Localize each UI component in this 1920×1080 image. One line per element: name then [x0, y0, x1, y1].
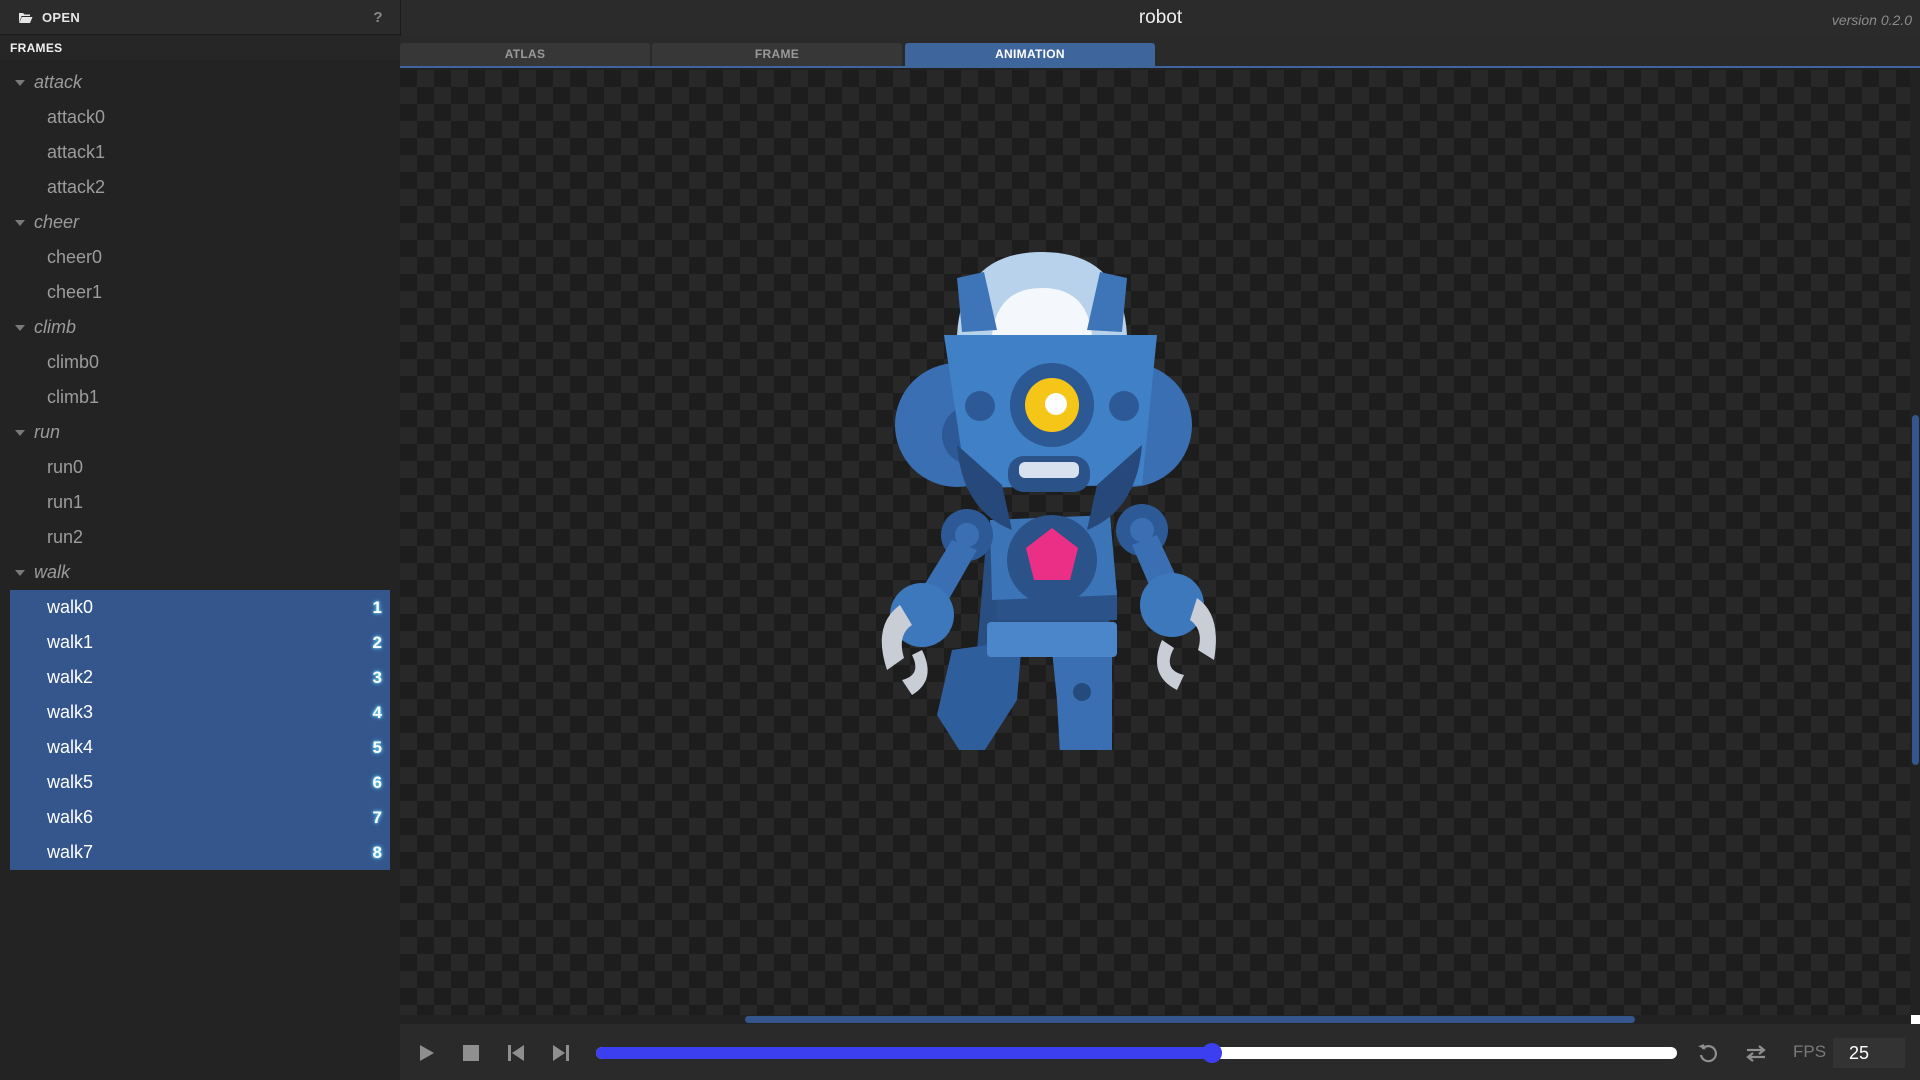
- playback-bar: FPS: [400, 1024, 1920, 1080]
- fps-label: FPS: [1793, 1042, 1827, 1061]
- frame-group-walk[interactable]: walk: [0, 555, 400, 590]
- frame-group-label: cheer: [34, 212, 80, 232]
- frame-item-label: walk1: [47, 632, 94, 652]
- frame-item-cheer0[interactable]: cheer0: [0, 240, 400, 275]
- horizontal-scrollbar[interactable]: [400, 1015, 1911, 1024]
- frame-item-label: run0: [47, 457, 84, 477]
- tab-animation[interactable]: ANIMATION: [905, 43, 1155, 66]
- frame-item-label: walk7: [47, 842, 94, 862]
- view-tabs: ATLAS FRAME ANIMATION: [400, 36, 1920, 68]
- frame-item-climb1[interactable]: climb1: [0, 380, 400, 415]
- title-bar: robot version 0.2.0: [400, 0, 1920, 36]
- caret-down-icon[interactable]: [15, 79, 25, 86]
- frame-order-badge: 4: [372, 703, 382, 722]
- frame-item-walk0[interactable]: walk0 1: [10, 590, 390, 625]
- frame-item-walk1[interactable]: walk1 2: [10, 625, 390, 660]
- frame-order-badge: 2: [372, 633, 382, 652]
- horizontal-scroll-thumb[interactable]: [745, 1016, 1635, 1023]
- frame-group-attack[interactable]: attack: [0, 65, 400, 100]
- frame-item-label: run1: [47, 492, 84, 512]
- skip-back-icon[interactable]: [505, 1042, 527, 1064]
- frame-item-label: climb0: [47, 352, 100, 372]
- app-window: OPEN ? FRAMES attack attack0 attack1 attack…: [0, 0, 1920, 1080]
- frame-order-badge: 8: [372, 843, 382, 862]
- frame-group-label: attack: [34, 72, 83, 92]
- timeline-handle[interactable]: [1202, 1043, 1223, 1063]
- caret-down-icon[interactable]: [15, 569, 25, 576]
- frame-item-label: attack1: [47, 142, 106, 162]
- help-button[interactable]: ?: [370, 9, 386, 27]
- frame-item-walk5[interactable]: walk5 6: [10, 765, 390, 800]
- frame-item-walk3[interactable]: walk3 4: [10, 695, 390, 730]
- version-label: version 0.2.0: [1831, 12, 1912, 28]
- frame-group-label: run: [34, 422, 61, 442]
- frame-item-attack2[interactable]: attack2: [0, 170, 400, 205]
- frame-item-cheer1[interactable]: cheer1: [0, 275, 400, 310]
- frame-item-label: cheer0: [47, 247, 103, 267]
- frame-item-label: walk2: [47, 667, 94, 687]
- frame-item-label: walk0: [47, 597, 94, 617]
- frame-order-badge: 3: [372, 668, 382, 687]
- folder-open-icon: [19, 12, 33, 23]
- top-toolbar: OPEN ?: [0, 0, 400, 35]
- frame-item-attack0[interactable]: attack0: [0, 100, 400, 135]
- stop-icon[interactable]: [460, 1042, 482, 1064]
- left-panel: OPEN ? FRAMES attack attack0 attack1 attack…: [0, 0, 400, 1080]
- frame-item-attack1[interactable]: attack1: [0, 135, 400, 170]
- frame-group-run[interactable]: run: [0, 415, 400, 450]
- frame-item-label: run2: [47, 527, 84, 547]
- frame-item-label: climb1: [47, 387, 100, 407]
- frame-item-walk7[interactable]: walk7 8: [10, 835, 390, 870]
- fps-input[interactable]: [1833, 1038, 1905, 1068]
- frame-group-climb[interactable]: climb: [0, 310, 400, 345]
- frame-tree: attack attack0 attack1 attack2 cheer cheer0 ch…: [0, 65, 400, 870]
- vertical-scroll-thumb[interactable]: [1912, 415, 1919, 765]
- play-icon[interactable]: [415, 1042, 437, 1064]
- tab-frame[interactable]: FRAME: [652, 43, 902, 66]
- frame-order-badge: 5: [372, 738, 382, 757]
- open-button-label: OPEN: [42, 9, 81, 25]
- frame-item-label: walk4: [47, 737, 94, 757]
- loop-icon[interactable]: [1745, 1042, 1767, 1064]
- frame-item-label: attack0: [47, 107, 106, 127]
- frame-item-label: cheer1: [47, 282, 103, 302]
- animation-canvas[interactable]: [400, 70, 1910, 1015]
- caret-down-icon[interactable]: [15, 219, 25, 226]
- frame-group-label: walk: [34, 562, 71, 582]
- frame-item-label: attack2: [47, 177, 106, 197]
- skip-forward-icon[interactable]: [550, 1042, 572, 1064]
- document-title: robot: [1138, 7, 1183, 28]
- frame-item-walk4[interactable]: walk4 5: [10, 730, 390, 765]
- caret-down-icon[interactable]: [15, 429, 25, 436]
- frame-order-badge: 1: [372, 598, 382, 617]
- frame-group-label: climb: [34, 317, 77, 337]
- frame-item-label: walk3: [47, 702, 94, 722]
- frame-group-cheer[interactable]: cheer: [0, 205, 400, 240]
- timeline-slider[interactable]: [596, 1043, 1677, 1063]
- frame-item-label: walk6: [47, 807, 94, 827]
- tab-atlas[interactable]: ATLAS: [400, 43, 650, 66]
- caret-down-icon[interactable]: [15, 324, 25, 331]
- frame-item-climb0[interactable]: climb0: [0, 345, 400, 380]
- frame-order-badge: 6: [372, 773, 382, 792]
- frame-item-run1[interactable]: run1: [0, 485, 400, 520]
- timeline-progress: [596, 1047, 1213, 1059]
- scroll-corner: [1911, 1015, 1920, 1024]
- frame-item-run2[interactable]: run2: [0, 520, 400, 555]
- open-button[interactable]: OPEN: [0, 0, 80, 35]
- reset-icon[interactable]: [1697, 1042, 1719, 1064]
- frame-item-label: walk5: [47, 772, 94, 792]
- frame-item-walk2[interactable]: walk2 3: [10, 660, 390, 695]
- frame-order-badge: 7: [372, 808, 382, 827]
- vertical-scrollbar[interactable]: [1911, 70, 1920, 1015]
- frame-item-walk6[interactable]: walk6 7: [10, 800, 390, 835]
- robot-sprite: [881, 252, 1216, 750]
- frames-panel-header: FRAMES: [0, 36, 400, 60]
- frame-item-run0[interactable]: run0: [0, 450, 400, 485]
